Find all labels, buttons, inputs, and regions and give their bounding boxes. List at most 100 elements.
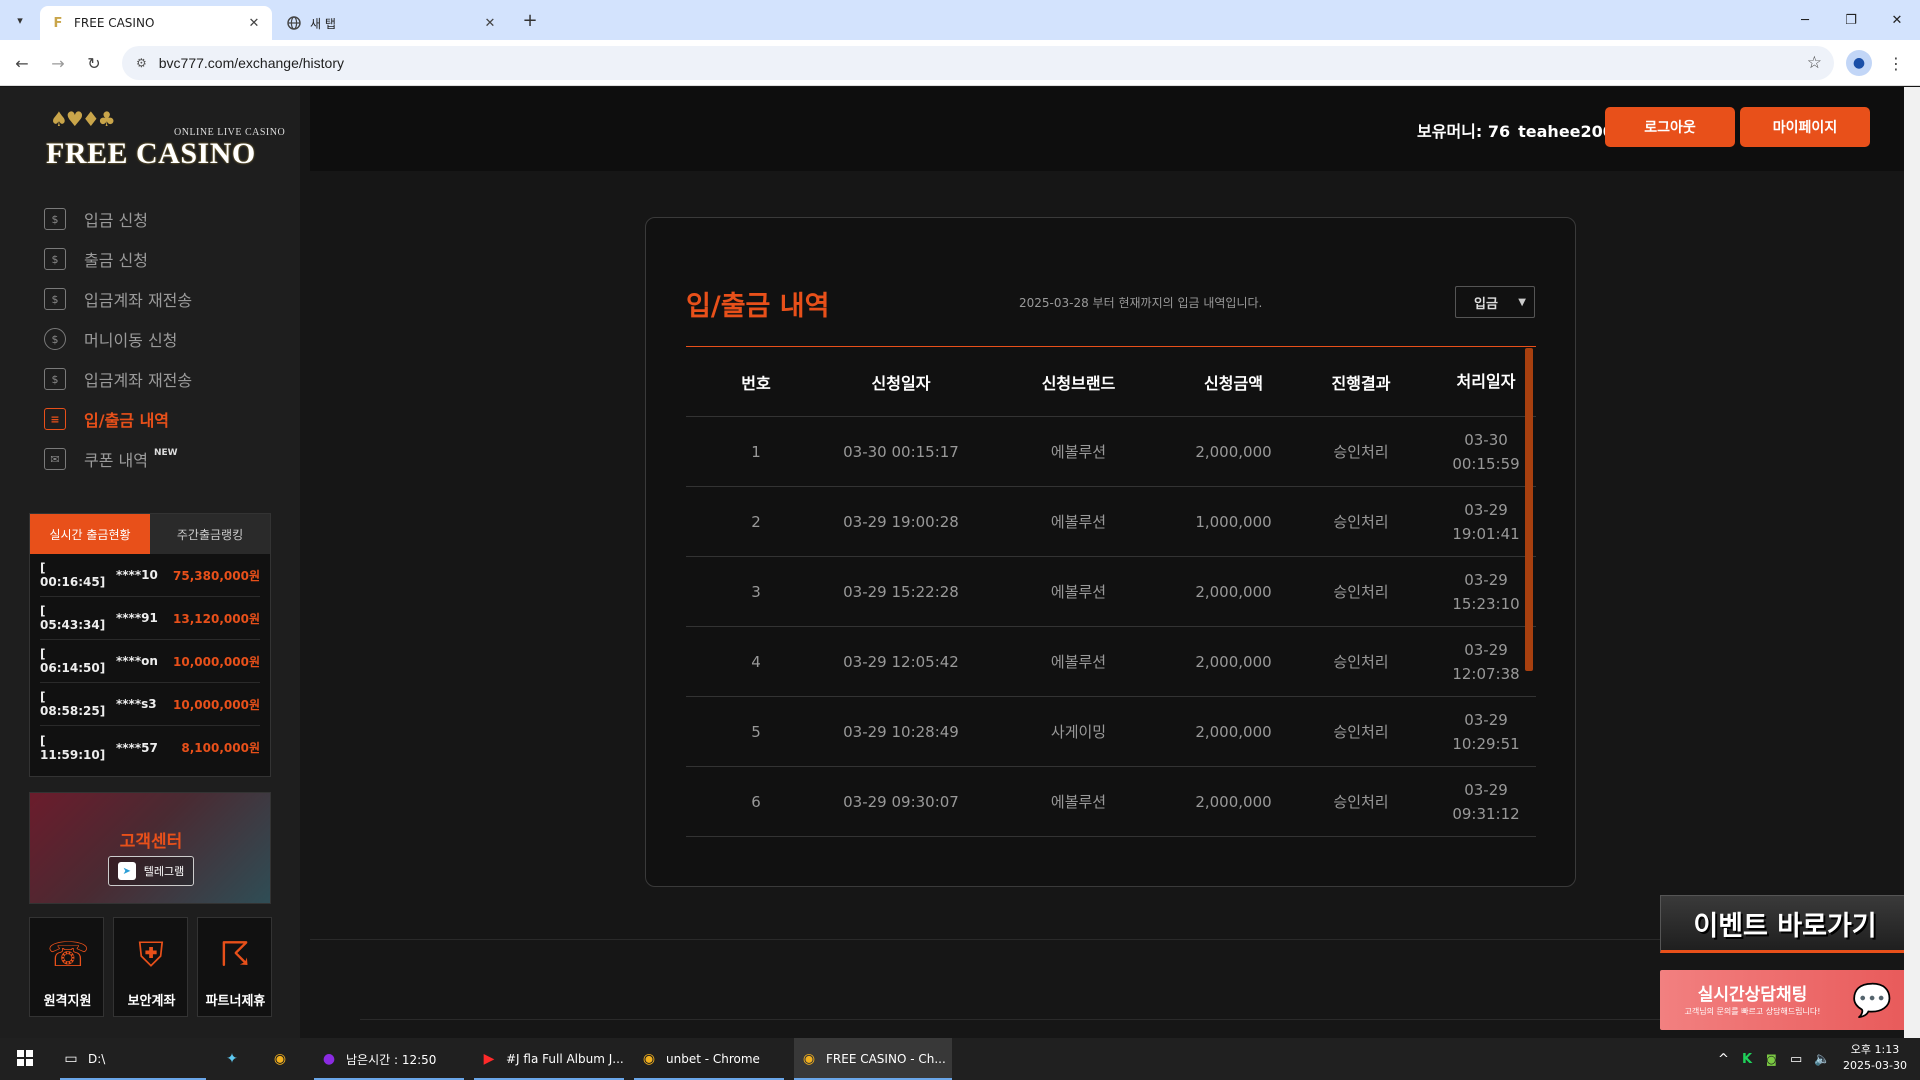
sidebar-item-history[interactable]: ≡ 입/출금 내역: [44, 399, 274, 439]
sidebar-item-label: 입금 신청: [84, 211, 148, 230]
type-select[interactable]: 입금 ▼: [1455, 286, 1535, 318]
cell-processed: 03-29 12:07:38: [1436, 638, 1536, 686]
secure-account-button[interactable]: ⛨ 보안계좌: [113, 917, 188, 1017]
back-arrow-icon[interactable]: ←: [8, 49, 36, 77]
kakao-tray-icon[interactable]: K: [1742, 1038, 1752, 1080]
playing-cards-icon: ♠♥♦♣: [50, 107, 116, 131]
cell-brand: 에볼루션: [1050, 513, 1107, 531]
sidebar-item-deposit[interactable]: $ 입금 신청: [44, 199, 274, 239]
cell-date: 03-29 15:22:28: [843, 582, 959, 601]
close-icon[interactable]: ✕: [482, 16, 498, 31]
withdrawal-time: [ 05:43:34]: [40, 604, 106, 632]
withdrawal-user: ****on: [116, 654, 158, 668]
taskbar-item-chrome[interactable]: ◉: [270, 1038, 298, 1080]
taskbar-item-app[interactable]: ✦: [222, 1038, 250, 1080]
logo-title: FREE CASINO: [46, 137, 256, 170]
chevron-down-icon: ▼: [1518, 296, 1526, 308]
taskbar-item-free-casino-chrome[interactable]: ◉ FREE CASINO - Ch...: [794, 1038, 952, 1080]
cell-no: 1: [751, 442, 761, 461]
cell-status: 승인처리: [1333, 653, 1389, 671]
coupon-icon: ✉: [44, 448, 66, 470]
event-banner[interactable]: 이벤트 바로가기: [1660, 895, 1910, 953]
taskbar-item-drive[interactable]: ▭ D:\: [60, 1038, 206, 1080]
site-logo[interactable]: ♠♥♦♣ ONLINE LIVE CASINO FREE CASINO: [44, 107, 285, 177]
browser-tabbar: ▾ F FREE CASINO ✕ 새 탭 ✕ + ─ ❐ ✕: [0, 0, 1920, 40]
remote-support-button[interactable]: ☏ 원격지원: [29, 917, 104, 1017]
tab-realtime-withdrawals[interactable]: 실시간 출금현황: [30, 514, 150, 554]
taskbar-item-unbet-chrome[interactable]: ◉ unbet - Chrome: [634, 1038, 784, 1080]
page-scrollbar[interactable]: [1904, 87, 1920, 1038]
window-close-icon[interactable]: ✕: [1874, 0, 1920, 40]
cell-no: 3: [751, 582, 761, 601]
withdrawal-amount: 13,120,000원: [173, 611, 260, 626]
sidebar-item-withdraw[interactable]: $ 출금 신청: [44, 239, 274, 279]
tab-weekly-ranking[interactable]: 주간출금랭킹: [150, 514, 270, 554]
forward-arrow-icon[interactable]: →: [44, 49, 72, 77]
site-settings-icon[interactable]: ⚙: [136, 56, 147, 70]
tab-new-tab[interactable]: 새 탭 ✕: [276, 6, 508, 40]
table-scrollbar[interactable]: [1525, 348, 1533, 671]
nvidia-tray-icon[interactable]: ◙: [1766, 1038, 1777, 1080]
list-item: [ 06:14:50] ****on 10,000,000원: [40, 640, 260, 683]
list-item: [ 08:58:25] ****s3 10,000,000원: [40, 683, 260, 726]
column-header: 진행결과: [1331, 373, 1391, 393]
sidebar-item-account-resend-2[interactable]: $ 입금계좌 재전송: [44, 359, 274, 399]
cell-amount: 2,000,000: [1195, 442, 1272, 461]
cell-amount: 2,000,000: [1195, 792, 1272, 811]
more-menu-icon[interactable]: ⋮: [1884, 50, 1908, 76]
processed-time: 10:29:51: [1452, 734, 1520, 753]
cell-amount: 2,000,000: [1195, 652, 1272, 671]
processed-date: 03-29: [1464, 710, 1508, 729]
cell-status: 승인처리: [1333, 793, 1389, 811]
address-bar[interactable]: ⚙ bvc777.com/exchange/history ☆: [122, 46, 1834, 80]
processed-date: 03-29: [1464, 500, 1508, 519]
customer-center-panel: 고객센터 ➤ 텔레그램: [29, 792, 271, 904]
account-resend-icon: $: [44, 288, 66, 310]
withdrawal-time: [ 06:14:50]: [40, 647, 106, 675]
system-clock[interactable]: 오후 1:13 2025-03-30: [1838, 1042, 1912, 1074]
table-row: 6 03-29 09:30:07 에볼루션 2,000,000 승인처리 03-…: [686, 767, 1536, 837]
telegram-label: 텔레그램: [143, 865, 185, 878]
restore-icon[interactable]: ❐: [1828, 0, 1874, 40]
sidebar-item-label: 입금계좌 재전송: [84, 291, 193, 310]
tab-list-button[interactable]: ▾: [8, 8, 32, 32]
balance-display: 보유머니: 76 teahee2005: [1417, 118, 1625, 142]
tray-overflow-icon[interactable]: ^: [1718, 1038, 1729, 1080]
withdrawal-status-panel: 실시간 출금현황 주간출금랭킹 [ 00:16:45] ****10 75,38…: [29, 513, 271, 777]
chat-bubble-icon: 💬: [1852, 981, 1892, 1019]
taskbar-item-label: #J fla Full Album J...: [506, 1052, 624, 1066]
processed-time: 09:31:12: [1452, 804, 1520, 823]
reload-icon[interactable]: ↻: [80, 49, 108, 77]
start-button[interactable]: [12, 1038, 38, 1080]
cell-brand: 에볼루션: [1050, 583, 1107, 601]
volume-icon[interactable]: 🔈: [1814, 1038, 1830, 1080]
sidebar-item-account-resend[interactable]: $ 입금계좌 재전송: [44, 279, 274, 319]
withdrawal-user: ****10: [116, 568, 158, 582]
live-chat-banner[interactable]: 실시간상담채팅 고객님의 문의를 빠르고 상담해드립니다! 💬: [1660, 970, 1910, 1030]
sidebar-item-coupon[interactable]: ✉ 쿠폰 내역 NEW: [44, 439, 274, 479]
tab-free-casino[interactable]: F FREE CASINO ✕: [40, 6, 272, 40]
telegram-button[interactable]: ➤ 텔레그램: [108, 856, 194, 886]
partnership-button[interactable]: ☈ 파트너제휴: [197, 917, 272, 1017]
taskbar-item-youtube[interactable]: ▶ #J fla Full Album J...: [474, 1038, 624, 1080]
minimize-icon[interactable]: ─: [1782, 0, 1828, 40]
cell-date: 03-29 10:28:49: [843, 722, 959, 741]
page-content: ♠♥♦♣ ONLINE LIVE CASINO FREE CASINO $ 입금…: [0, 87, 1920, 1038]
youtube-icon: ▶: [483, 1051, 495, 1067]
close-icon[interactable]: ✕: [246, 16, 262, 31]
network-icon[interactable]: ▭: [1790, 1038, 1802, 1080]
new-tab-button[interactable]: +: [518, 8, 542, 32]
taskbar-item-timer[interactable]: ● 남은시간 : 12:50: [314, 1038, 464, 1080]
bookmark-star-icon[interactable]: ☆: [1807, 53, 1822, 73]
withdrawal-time: [ 08:58:25]: [40, 690, 106, 718]
sidebar-item-money-transfer[interactable]: $ 머니이동 신청: [44, 319, 274, 359]
profile-avatar-icon[interactable]: ●: [1846, 50, 1872, 76]
cell-processed: 03-29 09:31:12: [1436, 778, 1536, 826]
chrome-icon: ◉: [802, 1051, 816, 1067]
live-chat-title: 실시간상담채팅: [1697, 985, 1808, 1005]
logout-button[interactable]: 로그아웃: [1605, 107, 1735, 147]
mypage-button[interactable]: 마이페이지: [1740, 107, 1870, 147]
app-icon: ✦: [226, 1051, 238, 1067]
withdrawal-user: ****s3: [116, 697, 157, 711]
withdrawal-amount: 8,100,000원: [181, 741, 260, 755]
